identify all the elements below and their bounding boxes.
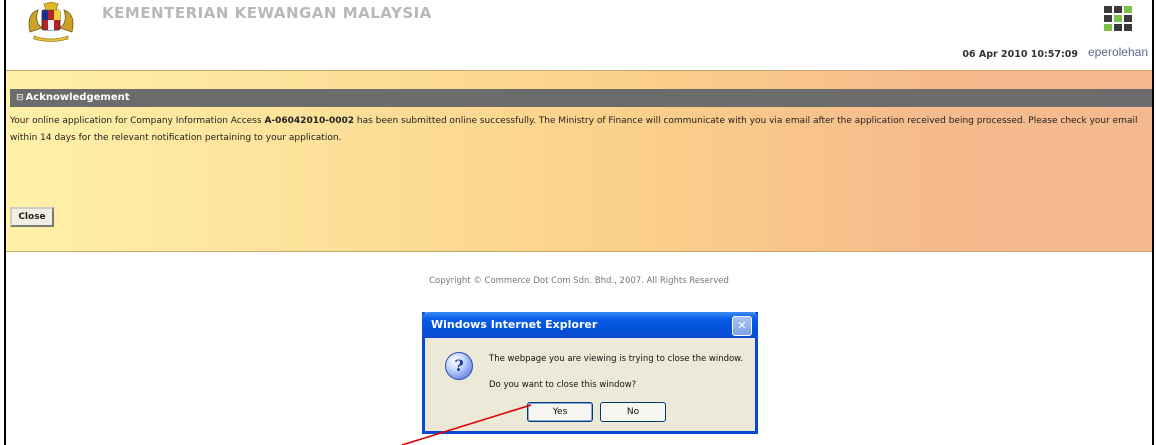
application-reference: A-06042010-0002 — [264, 116, 355, 126]
eperolehan-brand: eperolehan — [1087, 45, 1148, 59]
page-header: KEMENTERIAN KEWANGAN MALAYSIA 06 Apr 201… — [6, 0, 1152, 70]
dialog-close-icon[interactable]: ✕ — [732, 316, 752, 336]
ministry-name: KEMENTERIAN KEWANGAN MALAYSIA — [102, 4, 432, 22]
close-window-dialog: Windows Internet Explorer ✕ ? The webpag… — [422, 312, 758, 434]
dialog-message: The webpage you are viewing is trying to… — [489, 354, 744, 364]
acknowledgement-message: Your online application for Company Info… — [10, 113, 1140, 147]
acknowledgement-title: Acknowledgement — [25, 92, 130, 103]
message-text-start: Your online application for Company Info… — [10, 116, 265, 126]
dialog-question: Do you want to close this window? — [489, 380, 637, 390]
yes-button[interactable]: Yes — [527, 402, 593, 422]
close-button[interactable]: Close — [10, 207, 54, 227]
collapse-icon: ⊟ — [16, 93, 24, 103]
copyright-footer: Copyright © Commerce Dot Com Sdn. Bhd., … — [429, 276, 729, 286]
dialog-title: Windows Internet Explorer — [431, 318, 598, 331]
dialog-titlebar[interactable]: Windows Internet Explorer ✕ — [422, 312, 758, 338]
acknowledgement-panel: ⊟ Acknowledgement Your online application… — [6, 70, 1152, 252]
no-button[interactable]: No — [600, 402, 666, 422]
eperolehan-logo-icon — [1104, 6, 1132, 31]
malaysia-crest-icon — [28, 2, 74, 42]
question-icon: ? — [445, 352, 473, 380]
date-time: 06 Apr 2010 10:57:09 — [962, 49, 1078, 60]
acknowledgement-header: ⊟ Acknowledgement — [10, 89, 1152, 107]
